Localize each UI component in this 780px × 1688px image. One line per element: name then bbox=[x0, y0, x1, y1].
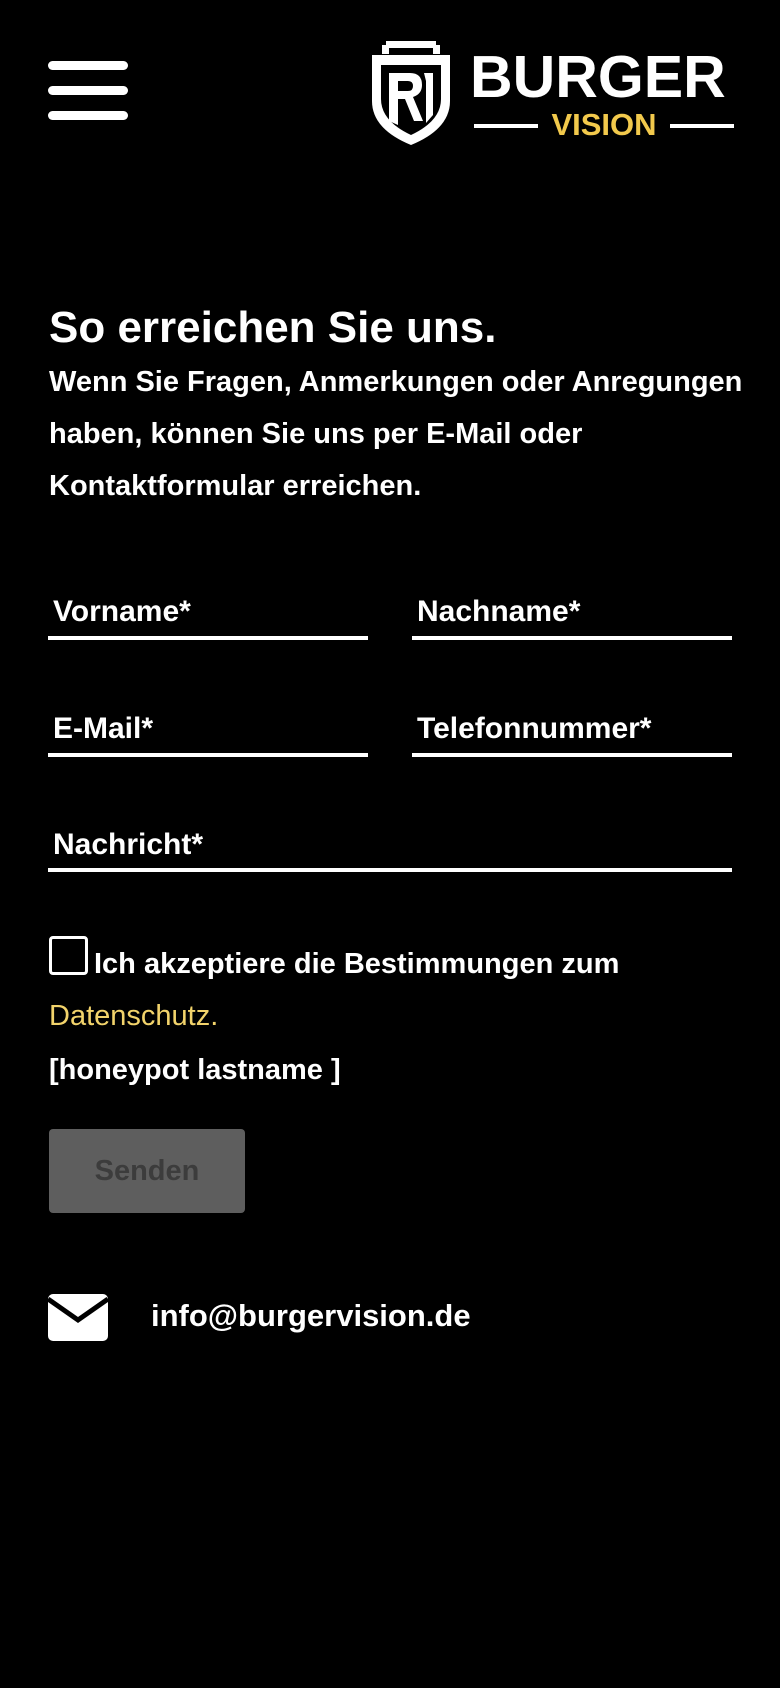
honeypot-shortcode: [honeypot lastname ] bbox=[49, 1054, 341, 1086]
menu-bar bbox=[48, 61, 128, 70]
logo-divider bbox=[670, 124, 734, 128]
message-field-wrapper bbox=[48, 820, 732, 872]
phone-field[interactable] bbox=[412, 705, 732, 753]
menu-bar bbox=[48, 111, 128, 120]
envelope-icon bbox=[48, 1294, 108, 1341]
burger-vision-logo[interactable]: BURGER VISION bbox=[370, 38, 735, 148]
email-field-wrapper bbox=[48, 705, 368, 757]
privacy-consent: Ich akzeptiere die Bestimmungen zum Date… bbox=[49, 936, 739, 1042]
contact-email-link[interactable]: info@burgervision.de bbox=[151, 1290, 471, 1342]
shield-logo-icon bbox=[372, 41, 450, 145]
privacy-checkbox[interactable] bbox=[49, 936, 88, 975]
first-name-field[interactable] bbox=[48, 588, 368, 636]
logo-subtitle: VISION bbox=[474, 108, 734, 142]
consent-label: Ich akzeptiere die Bestimmungen zum bbox=[94, 948, 620, 980]
intro-text: Wenn Sie Fragen, Anmerkungen oder Anregu… bbox=[49, 366, 743, 502]
logo-text: BURGER bbox=[470, 44, 726, 110]
phone-field-wrapper bbox=[412, 705, 732, 757]
page-title: So erreichen Sie uns. bbox=[49, 303, 497, 352]
privacy-link[interactable]: Datenschutz. bbox=[49, 1000, 218, 1032]
first-name-field-wrapper bbox=[48, 588, 368, 640]
email-field[interactable] bbox=[48, 705, 368, 753]
menu-bar bbox=[48, 86, 128, 95]
hamburger-menu-icon[interactable] bbox=[48, 58, 128, 128]
last-name-field[interactable] bbox=[412, 588, 732, 636]
submit-button[interactable]: Senden bbox=[49, 1129, 245, 1213]
logo-subtext: VISION bbox=[551, 107, 657, 142]
logo-divider bbox=[474, 124, 538, 128]
message-field[interactable] bbox=[48, 820, 732, 868]
last-name-field-wrapper bbox=[412, 588, 732, 640]
